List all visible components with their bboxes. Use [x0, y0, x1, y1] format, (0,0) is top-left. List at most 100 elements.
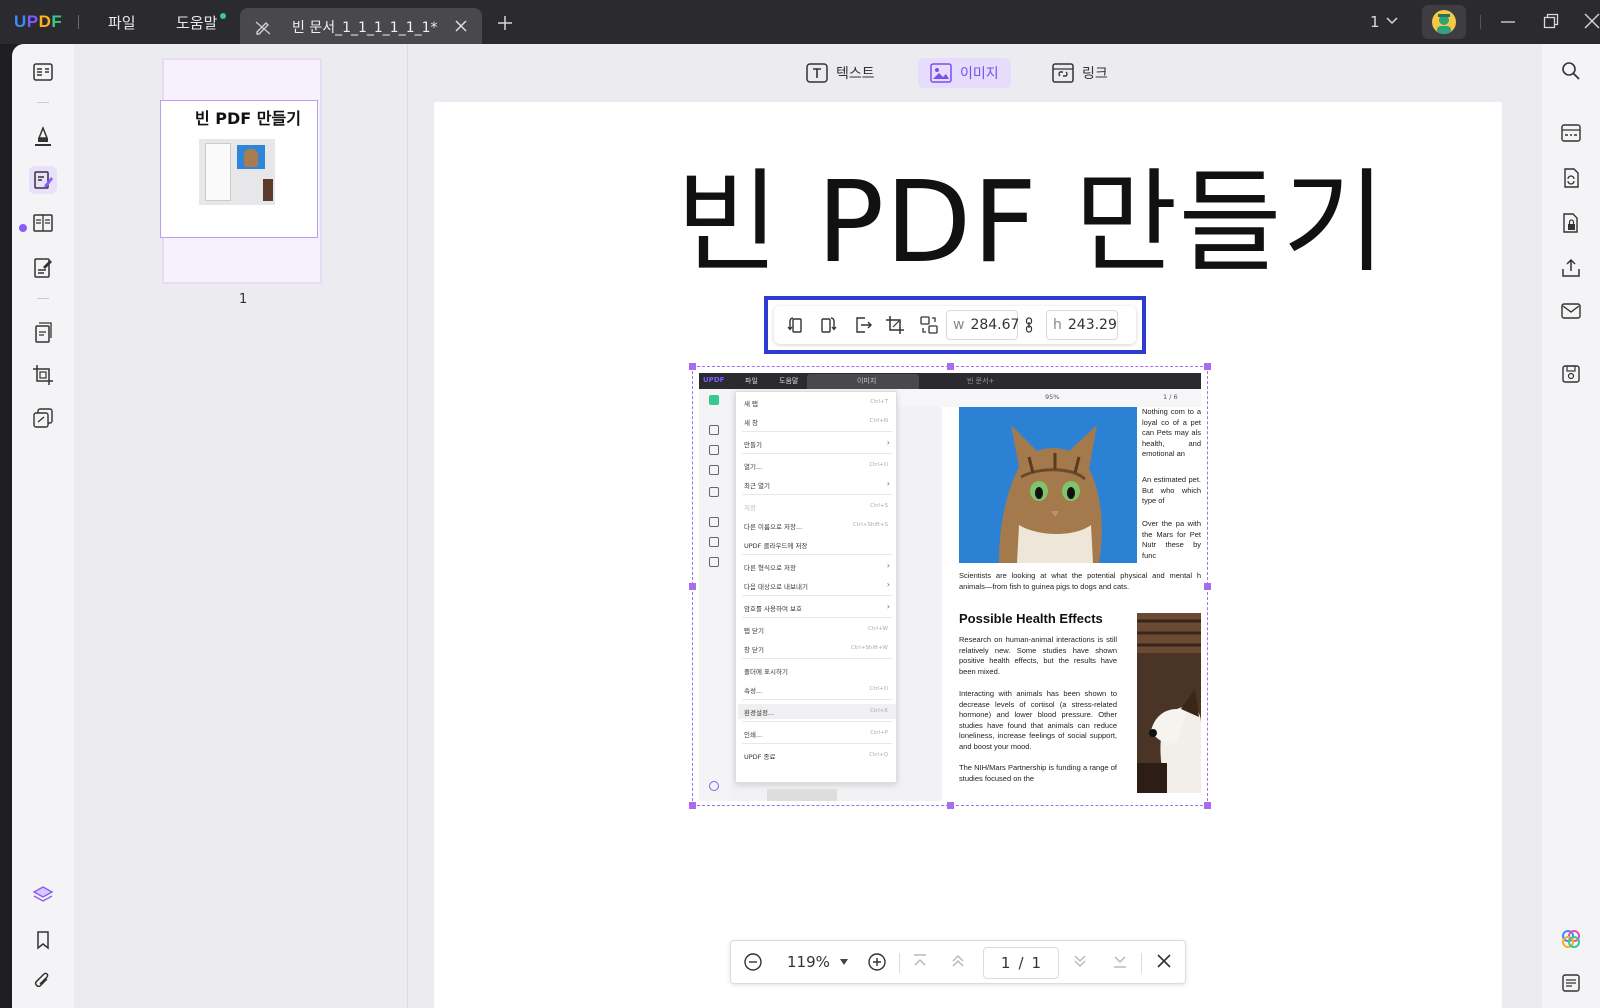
- new-tab-icon[interactable]: [498, 16, 512, 30]
- share-icon[interactable]: [1558, 255, 1584, 281]
- chevron-down-icon[interactable]: [1386, 17, 1398, 25]
- zoom-level[interactable]: 119%: [787, 953, 830, 971]
- embedded-menu-item: 속성...: [744, 687, 763, 695]
- resize-handle[interactable]: [1204, 363, 1211, 370]
- resize-handle[interactable]: [689, 363, 696, 370]
- document-canvas: 텍스트 이미지 링크 빈 PDF 만들기 w 284.67 h 243.29 U…: [408, 44, 1542, 1008]
- section-heading: Possible Health Effects: [959, 611, 1103, 626]
- menu-separator: [742, 453, 892, 454]
- replace-image-icon[interactable]: [918, 314, 940, 336]
- title-bar: UPDF 파일 도움말 빈 문서_1_1_1_1_1_1* 1: [0, 0, 1600, 44]
- search-icon[interactable]: [1558, 58, 1584, 84]
- aspect-lock-icon[interactable]: [1022, 314, 1036, 336]
- zoom-separator: [899, 953, 900, 973]
- minimize-icon[interactable]: [1500, 13, 1516, 29]
- resize-handle[interactable]: [947, 363, 954, 370]
- link-tool-label: 링크: [1082, 66, 1108, 82]
- account-button[interactable]: [1422, 5, 1466, 39]
- embedded-menu-item: 저장: [744, 504, 756, 512]
- thumbnail-page-number: 1: [239, 292, 248, 307]
- menu-help[interactable]: 도움말: [176, 12, 217, 33]
- page-title[interactable]: 빈 PDF 만들기: [676, 132, 1387, 294]
- text-tool-label: 텍스트: [836, 66, 875, 82]
- menu-separator: [742, 699, 892, 700]
- reader-icon[interactable]: [29, 58, 57, 86]
- rail-separator: [37, 102, 49, 103]
- title-separator: [78, 15, 79, 29]
- active-indicator: [19, 224, 27, 232]
- previous-page-icon[interactable]: [949, 952, 967, 970]
- menu-file[interactable]: 파일: [108, 12, 136, 33]
- width-field[interactable]: w 284.67: [946, 310, 1019, 340]
- rail-separator: [37, 298, 49, 299]
- embedded-page: 1 / 6: [1163, 393, 1178, 401]
- email-icon[interactable]: [1558, 298, 1584, 324]
- zoom-in-icon[interactable]: [867, 952, 887, 972]
- rotate-right-icon[interactable]: [818, 314, 840, 336]
- height-field[interactable]: h 243.29: [1046, 310, 1118, 340]
- window-count[interactable]: 1: [1370, 13, 1380, 31]
- resize-handle[interactable]: [947, 802, 954, 809]
- extract-image-icon[interactable]: [852, 314, 874, 336]
- crop-icon[interactable]: [884, 314, 906, 336]
- crop-pages-icon[interactable]: [29, 361, 57, 389]
- caption-text: Scientists are looking at what the poten…: [959, 571, 1201, 591]
- save-icon[interactable]: [1558, 361, 1584, 387]
- embedded-menu-item: 환경설정...: [744, 709, 775, 717]
- zoom-dropdown-icon[interactable]: [839, 958, 849, 966]
- embedded-menu-item: 새 창: [744, 419, 759, 427]
- link-tool-button[interactable]: 링크: [1040, 58, 1120, 88]
- watermark-icon[interactable]: [29, 404, 57, 432]
- embedded-menu-item: 다음 대상으로 내보내기: [744, 583, 808, 591]
- next-page-icon[interactable]: [1071, 952, 1089, 970]
- bookmark-icon[interactable]: [29, 926, 57, 954]
- convert-pdf-icon[interactable]: [1558, 165, 1584, 191]
- zoom-out-icon[interactable]: [743, 952, 763, 972]
- embedded-menu-item: 인쇄...: [744, 731, 763, 739]
- resize-handle[interactable]: [689, 583, 696, 590]
- comment-list-icon[interactable]: [1558, 970, 1584, 996]
- resize-handle[interactable]: [1204, 583, 1211, 590]
- document-tab[interactable]: 빈 문서_1_1_1_1_1_1*: [240, 8, 482, 44]
- side-text: An estimated pet. But who which type of: [1142, 475, 1201, 505]
- fill-sign-icon[interactable]: [29, 254, 57, 282]
- protect-pdf-icon[interactable]: [1558, 210, 1584, 236]
- pdf-page[interactable]: 빈 PDF 만들기 w 284.67 h 243.29 UPDF 파일 도움말 …: [434, 102, 1502, 1008]
- side-text: Over the pa with the Mars for Pet Nutr t…: [1142, 519, 1201, 560]
- form-icon[interactable]: [29, 209, 57, 237]
- chevron-right-icon: ›: [886, 561, 890, 570]
- image-tool-button[interactable]: 이미지: [918, 58, 1011, 88]
- embedded-logo: UPDF: [703, 376, 725, 384]
- text-tool-button[interactable]: 텍스트: [794, 58, 887, 88]
- embedded-menu-shortcut: Ctrl+N: [869, 418, 888, 424]
- embedded-menu-item: UPDF 클라우드에 저장: [744, 542, 808, 550]
- chevron-right-icon: ›: [886, 438, 890, 447]
- embedded-menu-item: 암호를 사용하여 보호: [744, 605, 802, 613]
- edit-pdf-icon[interactable]: [29, 166, 57, 194]
- first-page-icon[interactable]: [911, 952, 929, 970]
- close-window-icon[interactable]: [1584, 13, 1600, 29]
- page-separator: /: [1018, 954, 1024, 972]
- left-tool-rail: [12, 44, 74, 1008]
- attachment-icon[interactable]: [29, 968, 57, 996]
- ai-assistant-icon[interactable]: [1558, 926, 1584, 952]
- embedded-menu: 파일: [745, 377, 758, 385]
- selected-image[interactable]: UPDF 파일 도움말 이미지 빈 문서+ 95% 1 / 6 새 탭 Ctrl…: [689, 363, 1211, 809]
- close-zoombar-icon[interactable]: [1155, 952, 1173, 970]
- restore-icon[interactable]: [1543, 13, 1559, 29]
- thumbnail-page[interactable]: 빈 PDF 만들기: [160, 100, 318, 238]
- last-page-icon[interactable]: [1111, 952, 1129, 970]
- rotate-left-icon[interactable]: [784, 314, 806, 336]
- tab-close-icon[interactable]: [454, 19, 468, 33]
- resize-handle[interactable]: [1204, 802, 1211, 809]
- organize-pages-icon[interactable]: [29, 319, 57, 347]
- comment-highlighter-icon[interactable]: [29, 122, 57, 150]
- embedded-menu-item: 탭 닫기: [744, 627, 765, 635]
- current-page: 1: [1000, 954, 1011, 972]
- height-value: 243.29: [1067, 317, 1117, 333]
- ocr-icon[interactable]: [1558, 120, 1584, 146]
- embedded-menu-shortcut: Ctrl+Shift+S: [853, 522, 888, 528]
- layers-icon[interactable]: [29, 881, 57, 909]
- page-input[interactable]: 1 / 1: [983, 947, 1059, 979]
- resize-handle[interactable]: [689, 802, 696, 809]
